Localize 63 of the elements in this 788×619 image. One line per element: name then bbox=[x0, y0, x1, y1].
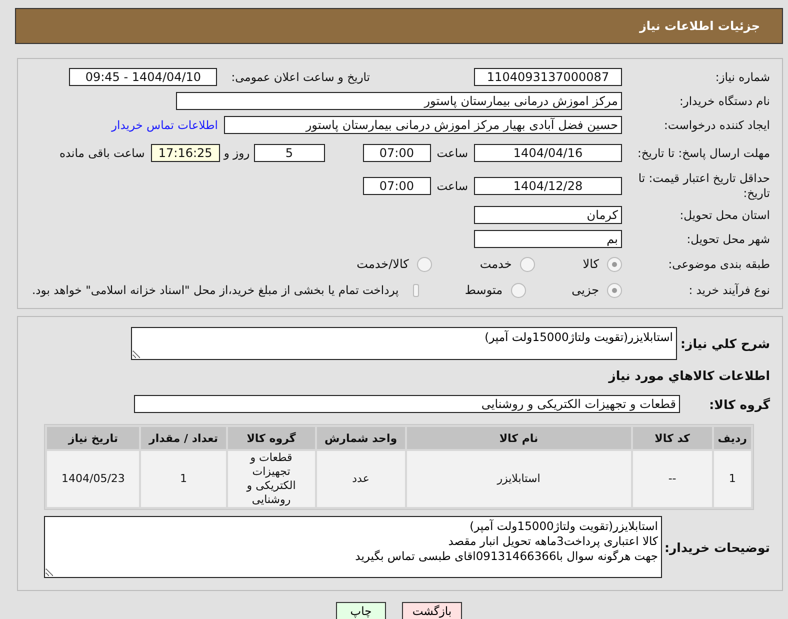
field-label: شماره نیاز: bbox=[714, 70, 770, 84]
requester-field[interactable]: حسین فضل آبادی بهیار مرکز اموزش درمانی بیمارستان پاستور bbox=[224, 116, 622, 134]
column-header: تعداد / مقدار bbox=[141, 427, 226, 449]
table-cell: 1 bbox=[714, 451, 751, 507]
field-label: توضیحات خریدار: bbox=[663, 540, 770, 554]
buyer-org-field[interactable]: مرکز اموزش درمانی بیمارستان پاستور bbox=[176, 92, 622, 110]
column-header: نام کالا bbox=[406, 427, 631, 449]
field-label: استان محل تحویل: bbox=[678, 208, 770, 222]
section-heading: اطلاعات کالاهاي مورد نياز bbox=[608, 368, 770, 382]
radio-option[interactable]: متوسط bbox=[464, 282, 526, 298]
field-label: مهلت ارسال پاسخ: تا تاریخ: bbox=[636, 146, 770, 160]
buyer-notes-field[interactable]: استابلایزر(تقویت ولتاژ15000ولت آمپر) کالا اعتباری پرداخت3ماهه تحویل انبار مقصد جهت هرگونه سوال با09131466366اقای طبسی تماس بگیرید bbox=[44, 516, 662, 578]
print-button[interactable]: چاپ bbox=[336, 602, 386, 619]
field-label: طبقه بندی موضوعی: bbox=[667, 256, 770, 272]
field-label: شرح کلي نياز: bbox=[680, 336, 770, 350]
field-label: حداقل تاریخ اعتبار قیمت: تا تاریخ: bbox=[637, 171, 770, 201]
payment-note: پرداخت تمام یا بخشی از مبلغ خرید،از محل "اسناد خزانه اسلامی" خواهد بود. bbox=[32, 283, 399, 297]
table-cell: استابلایزر bbox=[406, 451, 631, 507]
field-label: گروه کالا: bbox=[708, 396, 770, 412]
radio-option[interactable]: کالا bbox=[582, 256, 622, 272]
days-label: روز و bbox=[224, 146, 250, 160]
table-cell: عدد bbox=[316, 451, 405, 507]
field-label: نوع فرآیند خرید : bbox=[688, 282, 770, 298]
buyer-contact-link[interactable]: اطلاعات تماس خریدار bbox=[111, 118, 218, 132]
column-header: کد کالا bbox=[632, 427, 712, 449]
field-label: ایجاد کننده درخواست: bbox=[663, 118, 770, 132]
table-cell: 1404/05/23 bbox=[47, 451, 140, 507]
remaining-label: ساعت باقی مانده bbox=[60, 146, 145, 160]
column-header: واحد شمارش bbox=[316, 427, 405, 449]
back-button[interactable]: بازگشت bbox=[402, 602, 462, 619]
radio-option[interactable]: خدمت bbox=[480, 256, 535, 272]
field-label: نام دستگاه خریدار: bbox=[678, 94, 770, 108]
table-cell: -- bbox=[632, 451, 712, 507]
radio-option[interactable]: جزیی bbox=[572, 282, 622, 298]
radio-option[interactable]: کالا/خدمت bbox=[356, 256, 432, 272]
validity-date-field[interactable]: 1404/12/28 bbox=[474, 177, 622, 195]
column-header: گروه کالا bbox=[228, 427, 315, 449]
announce-date-field[interactable]: 1404/04/10 - 09:45 bbox=[69, 68, 218, 86]
field-label: شهر محل تحویل: bbox=[686, 232, 770, 246]
radio-button[interactable] bbox=[520, 256, 535, 272]
column-header: تاریخ نیاز bbox=[47, 427, 140, 449]
city-field[interactable]: بم bbox=[474, 230, 622, 248]
column-header: ردیف bbox=[714, 427, 751, 449]
page-title: جزئیات اطلاعات نیاز bbox=[639, 19, 760, 33]
goods-group-field[interactable]: قطعات و تجهیزات الکتریکی و روشنایی bbox=[134, 395, 680, 413]
remaining-time-field[interactable]: 17:16:25 bbox=[150, 144, 220, 162]
table-cell: قطعات و تجهیزات الکتریکی و روشنایی bbox=[228, 451, 315, 507]
table-cell: 1 bbox=[141, 451, 226, 507]
time-label: ساعت bbox=[436, 179, 468, 193]
validity-time-field[interactable]: 07:00 bbox=[362, 177, 431, 195]
radio-button[interactable] bbox=[510, 282, 526, 298]
deadline-time-field[interactable]: 07:00 bbox=[362, 144, 431, 162]
radio-button[interactable] bbox=[416, 256, 432, 272]
need-number-field[interactable]: 1104093137000087 bbox=[474, 68, 622, 86]
time-label: ساعت bbox=[436, 146, 468, 160]
summary-field[interactable]: استابلایزر(تقویت ولتاژ15000ولت آمپر) bbox=[131, 326, 677, 360]
province-field[interactable]: کرمان bbox=[474, 206, 622, 224]
field-label: تاریخ و ساعت اعلان عمومی: bbox=[231, 70, 370, 84]
radio-button[interactable] bbox=[607, 282, 622, 298]
payment-checkbox[interactable] bbox=[412, 284, 419, 296]
days-field[interactable]: 5 bbox=[254, 144, 325, 162]
radio-button[interactable] bbox=[607, 256, 622, 272]
deadline-date-field[interactable]: 1404/04/16 bbox=[474, 144, 622, 162]
